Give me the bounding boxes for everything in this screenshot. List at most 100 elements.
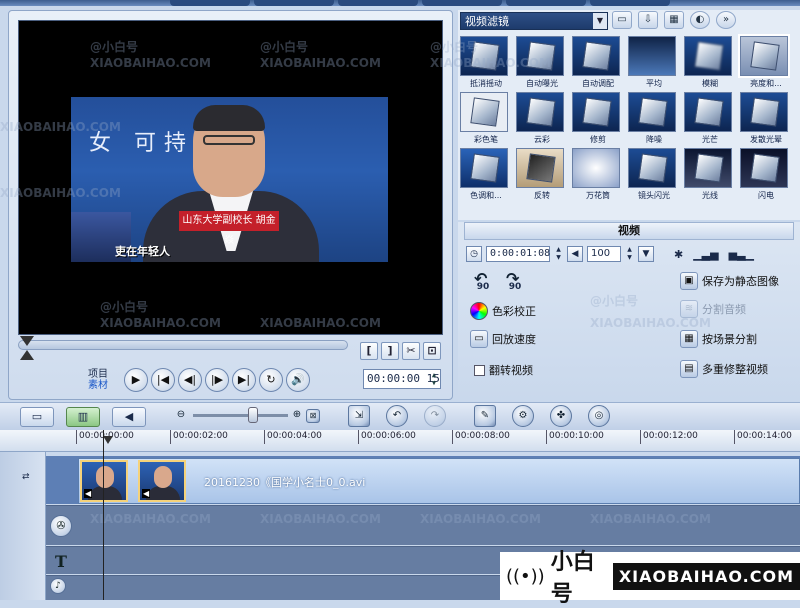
split-audio-icon: ≋ [680,300,698,318]
clip-duration-field[interactable]: 0:00:01:08 [486,246,550,262]
tab-overlay[interactable] [422,0,502,6]
system-volume-button[interactable]: 🔊 [286,368,310,392]
brand-name-cn: 小白号 [550,550,595,607]
rotate-right-icon[interactable]: 90 [504,264,526,294]
options-icon[interactable]: ▦ [664,11,684,29]
filter-thumb[interactable]: 亮度和... [738,34,792,89]
track-manager-small-icon[interactable]: ⇄ [22,472,38,486]
play-button[interactable]: ▶ [124,368,148,392]
filter-thumb[interactable]: 修剪 [572,92,624,145]
filter-thumb[interactable]: 模糊 [684,36,736,89]
fade-in-icon[interactable]: ▁▃▅ [693,248,718,261]
filter-thumb[interactable]: 平均 [628,36,680,89]
filter-thumb[interactable]: 抵消摇动 [460,36,512,89]
zoom-slider[interactable] [193,414,288,417]
next-frame-button[interactable]: |▶ [205,368,229,392]
library-category-value[interactable]: 视频滤镜 [465,15,509,28]
zoom-out-icon[interactable]: ⊖ [170,405,192,427]
tab-capture[interactable] [170,0,250,6]
zoom-in-icon[interactable]: ⊕ [286,405,308,427]
tab-title[interactable] [506,0,586,6]
filter-thumb[interactable]: 降噪 [628,92,680,145]
ruler-tick: 00:00:14:00 [734,430,792,444]
split-audio-button[interactable]: ≋ 分割音频 [680,300,746,318]
reverse-video-check[interactable] [474,364,485,376]
volume-spinner-icon[interactable]: ▲ ▼ [625,246,634,262]
previous-frame-button[interactable]: ◀| [178,368,202,392]
playback-speed-button[interactable]: ▭ 回放速度 [470,330,536,348]
preview-screen: 女 可持续 山东大学副校长 胡金焱 吏在年轻人 [18,20,443,335]
refresh-icon[interactable]: ◐ [690,11,710,29]
mode-material-label[interactable]: 素材 [88,380,108,391]
multi-trim-button[interactable]: ▤ 多重修整视频 [680,360,768,378]
audio-view-button[interactable]: ◀ [112,407,146,427]
track-manager-icon[interactable]: ⚙ [512,405,534,427]
fade-out-icon[interactable]: ▅▃▁ [729,248,754,261]
tab-edit[interactable] [254,0,334,6]
filter-thumb[interactable]: 光线 [684,148,736,201]
filter-thumb[interactable]: 发散光晕 [740,92,792,145]
mark-out-button[interactable]: ] [381,342,399,360]
record-capture-icon[interactable]: ✎ [474,405,496,427]
split-by-scene-button[interactable]: ▦ 按场景分割 [680,330,757,348]
filter-thumb[interactable]: 自动调配 [572,36,624,89]
end-button[interactable]: ▶| [232,368,256,392]
filter-thumb[interactable]: 云彩 [516,92,568,145]
preview-scrubber[interactable] [18,340,348,350]
expand-icon[interactable]: » [716,11,736,29]
scrubber-handle[interactable] [20,336,34,362]
tab-video-options[interactable]: 视频 [464,222,794,240]
library-category-dropdown[interactable]: 视频滤镜 ▼ [460,12,608,30]
timeline-playhead[interactable] [103,436,113,448]
video-clip[interactable] [78,458,800,504]
tab-effects[interactable] [338,0,418,6]
filter-thumb[interactable]: 万花筒 [572,148,624,201]
filter-thumb[interactable]: 镜头闪光 [628,148,680,201]
fit-project-icon[interactable]: ⊠ [306,409,320,423]
filter-label: 色调和... [470,191,502,200]
home-button[interactable]: |◀ [151,368,175,392]
enlarge-preview-button[interactable]: ⊡ [423,342,441,360]
import-icon[interactable]: ⇩ [638,11,658,29]
chevron-down-icon[interactable]: ▼ [593,13,607,29]
save-still-button[interactable]: ▣ 保存为静态图像 [680,272,779,290]
zoom-slider-handle[interactable] [248,407,258,423]
duration-spinner-icon[interactable]: ▲ ▼ [554,246,563,262]
mute-icon[interactable]: ▼ [638,246,654,262]
audio-track-icon[interactable]: ♪ [50,578,66,594]
undo-icon[interactable]: ↶ [386,405,408,427]
timecode-spinner-icon[interactable]: ▲ ▼ [429,371,439,387]
play-mode-selector[interactable]: 项目 素材 [88,369,108,391]
insert-media-icon[interactable]: ⇲ [348,405,370,427]
clip-volume-field[interactable]: 100 [587,246,621,262]
chapter-point-icon[interactable]: ✤ [550,405,572,427]
redo-icon[interactable]: ↷ [424,405,446,427]
folder-icon[interactable]: ▭ [612,11,632,29]
filter-thumb[interactable]: 自动曝光 [516,36,568,89]
mode-project-label[interactable]: 项目 [88,369,108,380]
filter-thumb[interactable]: 闪电 [740,148,792,201]
reverse-video-checkbox[interactable]: 翻转视频 [474,362,533,378]
mix-audio-icon[interactable]: ◎ [588,405,610,427]
filter-label: 镜头闪光 [638,191,670,200]
timeline-view-button[interactable]: ▥ [66,407,100,427]
overlay-track-icon[interactable]: ✇ [50,515,72,537]
mark-in-button[interactable]: [ [360,342,378,360]
title-track-icon[interactable]: T [50,552,72,574]
filter-thumb[interactable]: 彩色笔 [460,92,512,145]
site-logo-overlay: ((•)) 小白号 XIAOBAIHAO.COM [500,550,800,607]
filter-thumb[interactable]: 反转 [516,148,568,201]
save-still-label: 保存为静态图像 [702,275,779,288]
filter-thumb[interactable]: 光芒 [684,92,736,145]
mute-audio-icon[interactable]: ✱ [674,248,683,261]
timeline-ruler[interactable]: 00:00:00:00 00:00:02:00 00:00:04:00 00:0… [0,430,800,452]
preview-timecode[interactable]: 00:00:00 15 ▲ ▼ [363,369,441,389]
rotate-left-icon[interactable]: 90 [472,264,494,294]
tab-share[interactable] [590,0,670,6]
cut-clip-button[interactable]: ✂ [402,342,420,360]
storyboard-view-button[interactable]: ▭ [20,407,54,427]
repeat-button[interactable]: ↻ [259,368,283,392]
color-correction-button[interactable]: 色彩校正 [470,302,536,320]
filter-thumb[interactable]: 色调和... [460,148,512,201]
overlay-track[interactable] [46,505,800,545]
